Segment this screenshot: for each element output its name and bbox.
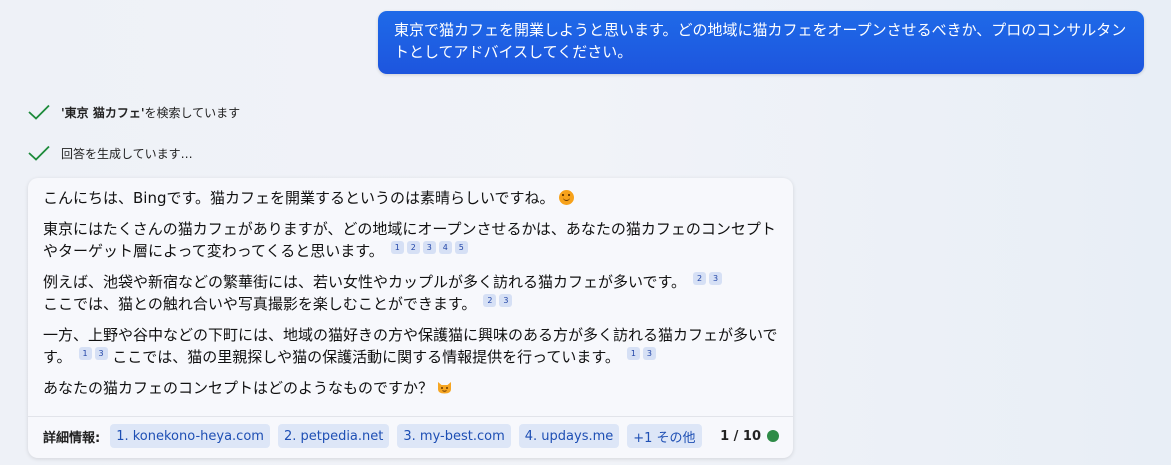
bot-answer-card: こんにちは、Bingです。猫カフェを開業するというのは素晴らしいですね。 東京に… [28,178,793,458]
citation-link[interactable]: 3 [94,347,108,360]
search-query: '東京 猫カフェ' [61,105,145,120]
footer-divider [28,416,793,417]
citation-link[interactable]: 2 [483,294,497,307]
citation-link[interactable]: 3 [422,241,436,254]
answer-paragraph: こんにちは、Bingです。猫カフェを開業するというのは素晴らしいですね。 [43,187,778,209]
user-message-text: 東京で猫カフェを開業しようと思います。どの地域に猫カフェをオープンさせるべきか、… [394,21,1127,61]
learn-more-footer: 詳細情報: 1. konekono-heya.com 2. petpedia.n… [43,424,779,448]
generating-status-text: 回答を生成しています… [61,146,193,161]
answer-paragraph: 一方、上野や谷中などの下町には、地域の猫好きの方や保護猫に興味のある方が多く訪れ… [43,324,778,368]
search-status-text: を検索しています [144,105,241,120]
citation-link[interactable]: 5 [454,241,468,254]
citation-link[interactable]: 1 [390,241,404,254]
turn-counter-text: 1 / 10 [720,428,761,444]
citation-link[interactable]: 4 [438,241,452,254]
answer-text: ここでは、猫との触れ合いや写真撮影を楽しむことができます。 [43,295,477,313]
citation-link[interactable]: 2 [406,241,420,254]
status-dot-icon [767,430,779,442]
source-link[interactable]: 4. updays.me [518,424,620,448]
answer-paragraph: あなたの猫カフェのコンセプトはどのようなものですか？ [43,377,778,399]
answer-text: ここでは、猫の里親探しや猫の保護活動に関する情報提供を行っています。 [112,348,620,366]
learn-more-label: 詳細情報: [43,430,101,446]
citation-link[interactable]: 2 [693,272,707,285]
smiling-face-emoji [558,190,574,205]
source-link[interactable]: 3. my-best.com [397,424,511,448]
answer-paragraph: 例えば、池袋や新宿などの繁華街には、若い女性やカップルが多く訪れる猫カフェが多い… [43,271,778,315]
citation-link[interactable]: 3 [709,272,723,285]
source-link[interactable]: 1. konekono-heya.com [110,424,270,448]
citation-link[interactable]: 3 [499,294,513,307]
greeting-text: こんにちは、Bingです。猫カフェを開業するというのは素晴らしいですね。 [43,189,555,207]
citation-link[interactable]: 3 [642,347,656,360]
citation-link[interactable]: 1 [78,347,92,360]
turn-counter: 1 / 10 [720,429,779,444]
answer-body: こんにちは、Bingです。猫カフェを開業するというのは素晴らしいですね。 東京に… [43,187,778,408]
status-searching: '東京 猫カフェ' を検索しています [28,102,240,122]
status-generating: 回答を生成しています… [28,143,193,163]
cat-face-emoji [437,378,452,394]
checkmark-icon [28,102,50,122]
answer-text: 例えば、池袋や新宿などの繁華街には、若い女性やカップルが多く訪れる猫カフェが多い… [43,273,687,291]
question-text: あなたの猫カフェのコンセプトはどのようなものですか？ [43,379,434,397]
citation-link[interactable]: 1 [626,347,640,360]
user-message-bubble: 東京で猫カフェを開業しようと思います。どの地域に猫カフェをオープンさせるべきか、… [378,11,1144,74]
source-link[interactable]: 2. petpedia.net [277,424,390,448]
checkmark-icon [28,143,50,163]
answer-paragraph: 東京にはたくさんの猫カフェがありますが、どの地域にオープンさせるかは、あなたの猫… [43,218,778,262]
more-sources-link[interactable]: +1 その他 [627,424,702,448]
